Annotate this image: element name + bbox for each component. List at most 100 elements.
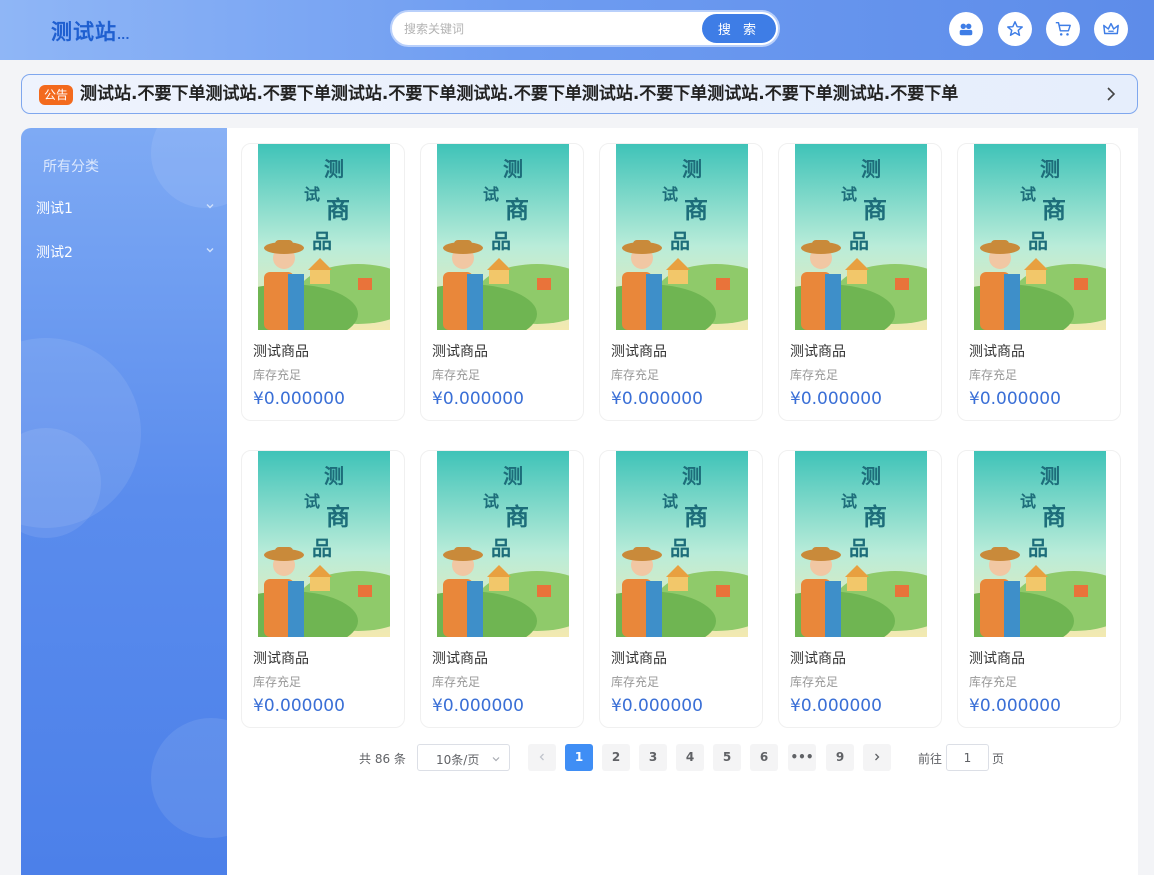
- svg-text:测: 测: [324, 157, 344, 181]
- product-image: 测 试 商 品: [616, 451, 748, 637]
- svg-text:测: 测: [861, 157, 881, 181]
- site-logo[interactable]: 测试站...: [51, 16, 130, 46]
- product-card[interactable]: 测 试 商 品 测试商品 库存充足 ¥0.000000: [957, 450, 1121, 728]
- star-icon[interactable]: [998, 12, 1032, 46]
- product-price: ¥0.000000: [611, 389, 703, 409]
- page-number-button[interactable]: 5: [713, 744, 741, 771]
- svg-text:测: 测: [324, 464, 344, 488]
- page-size-select[interactable]: 10条/页: [417, 744, 510, 771]
- prev-page-button[interactable]: [528, 744, 556, 771]
- crown-icon[interactable]: [1094, 12, 1128, 46]
- svg-text:商: 商: [326, 503, 350, 531]
- chevron-down-icon: [206, 248, 214, 253]
- svg-text:试: 试: [483, 185, 499, 204]
- page-number-button[interactable]: 9: [826, 744, 854, 771]
- product-stock: 库存充足: [253, 675, 302, 689]
- product-thumbnail[interactable]: 测 试 商 品: [616, 144, 748, 330]
- page-number-button[interactable]: 3: [639, 744, 667, 771]
- svg-text:商: 商: [505, 196, 529, 224]
- decor-bubble: [151, 128, 227, 208]
- product-name: 测试商品: [253, 344, 309, 360]
- product-card[interactable]: 测 试 商 品 测试商品 库存充足 ¥0.000000: [420, 450, 584, 728]
- page-number-button[interactable]: 4: [676, 744, 704, 771]
- product-stock: 库存充足: [253, 368, 302, 382]
- svg-text:试: 试: [483, 492, 499, 511]
- page-number-button[interactable]: 1: [565, 744, 593, 771]
- product-thumbnail[interactable]: 测 试 商 品: [974, 144, 1106, 330]
- product-price: ¥0.000000: [432, 389, 524, 409]
- product-price: ¥0.000000: [432, 696, 524, 716]
- goto-page-input[interactable]: [946, 744, 989, 771]
- product-thumbnail[interactable]: 测 试 商 品: [974, 451, 1106, 637]
- svg-text:商: 商: [1042, 503, 1066, 531]
- product-card[interactable]: 测 试 商 品 测试商品 库存充足 ¥0.000000: [241, 450, 405, 728]
- svg-text:试: 试: [841, 185, 857, 204]
- product-thumbnail[interactable]: 测 试 商 品: [437, 144, 569, 330]
- page-number-button[interactable]: 2: [602, 744, 630, 771]
- logo-suffix: ...: [117, 29, 130, 42]
- svg-text:测: 测: [503, 464, 523, 488]
- product-image: 测 试 商 品: [795, 144, 927, 330]
- svg-text:商: 商: [326, 196, 350, 224]
- cart-icon[interactable]: [1046, 12, 1080, 46]
- product-card[interactable]: 测 试 商 品 测试商品 库存充足 ¥0.000000: [778, 143, 942, 421]
- svg-text:品: 品: [491, 536, 511, 560]
- product-image: 测 试 商 品: [974, 144, 1106, 330]
- svg-text:测: 测: [682, 464, 702, 488]
- product-price: ¥0.000000: [790, 389, 882, 409]
- product-card[interactable]: 测 试 商 品 测试商品 库存充足 ¥0.000000: [957, 143, 1121, 421]
- product-price: ¥0.000000: [611, 696, 703, 716]
- product-card[interactable]: 测 试 商 品 测试商品 库存充足 ¥0.000000: [241, 143, 405, 421]
- svg-text:测: 测: [1040, 157, 1060, 181]
- product-price: ¥0.000000: [969, 696, 1061, 716]
- page-number-button[interactable]: 6: [750, 744, 778, 771]
- product-thumbnail[interactable]: 测 试 商 品: [616, 451, 748, 637]
- product-stock: 库存充足: [969, 675, 1018, 689]
- notice-bar[interactable]: 公告 测试站.不要下单测试站.不要下单测试站.不要下单测试站.不要下单测试站.不…: [21, 74, 1138, 114]
- product-stock: 库存充足: [969, 368, 1018, 382]
- product-price: ¥0.000000: [253, 389, 345, 409]
- all-categories-label: 所有分类: [43, 159, 99, 175]
- product-name: 测试商品: [253, 651, 309, 667]
- svg-text:试: 试: [662, 492, 678, 511]
- product-image: 测 试 商 品: [258, 451, 390, 637]
- product-stock: 库存充足: [611, 368, 660, 382]
- product-price: ¥0.000000: [969, 389, 1061, 409]
- product-card[interactable]: 测 试 商 品 测试商品 库存充足 ¥0.000000: [599, 450, 763, 728]
- product-name: 测试商品: [611, 651, 667, 667]
- product-area: 测 试 商 品 测试商品 库存充足 ¥0.000000 测 试 商 品 测试商品…: [227, 128, 1138, 875]
- chevron-down-icon: [206, 204, 214, 209]
- product-card[interactable]: 测 试 商 品 测试商品 库存充足 ¥0.000000: [599, 143, 763, 421]
- svg-text:商: 商: [684, 503, 708, 531]
- product-name: 测试商品: [790, 651, 846, 667]
- product-stock: 库存充足: [432, 675, 481, 689]
- chevron-right-icon[interactable]: [1103, 84, 1119, 104]
- user-group-icon[interactable]: [949, 12, 983, 46]
- category-item[interactable]: 测试2: [36, 242, 216, 262]
- category-item[interactable]: 测试1: [36, 198, 216, 218]
- product-thumbnail[interactable]: 测 试 商 品: [258, 144, 390, 330]
- product-stock: 库存充足: [790, 368, 839, 382]
- svg-text:品: 品: [491, 229, 511, 253]
- svg-text:试: 试: [662, 185, 678, 204]
- svg-text:试: 试: [1020, 185, 1036, 204]
- product-thumbnail[interactable]: 测 试 商 品: [795, 451, 927, 637]
- svg-text:品: 品: [849, 229, 869, 253]
- product-card[interactable]: 测 试 商 品 测试商品 库存充足 ¥0.000000: [778, 450, 942, 728]
- product-thumbnail[interactable]: 测 试 商 品: [258, 451, 390, 637]
- product-name: 测试商品: [432, 651, 488, 667]
- product-thumbnail[interactable]: 测 试 商 品: [437, 451, 569, 637]
- more-pages-button[interactable]: •••: [788, 744, 816, 771]
- product-thumbnail[interactable]: 测 试 商 品: [795, 144, 927, 330]
- search-button[interactable]: 搜 索: [702, 14, 776, 43]
- product-card[interactable]: 测 试 商 品 测试商品 库存充足 ¥0.000000: [420, 143, 584, 421]
- svg-text:商: 商: [863, 503, 887, 531]
- chevron-down-icon: [492, 757, 500, 762]
- search-input[interactable]: [404, 18, 694, 40]
- pagination-total: 共 86 条: [359, 752, 406, 766]
- svg-text:品: 品: [849, 536, 869, 560]
- svg-text:商: 商: [684, 196, 708, 224]
- next-page-button[interactable]: [863, 744, 891, 771]
- product-image: 测 试 商 品: [616, 144, 748, 330]
- header-bar: 测试站... 搜 索: [0, 0, 1154, 60]
